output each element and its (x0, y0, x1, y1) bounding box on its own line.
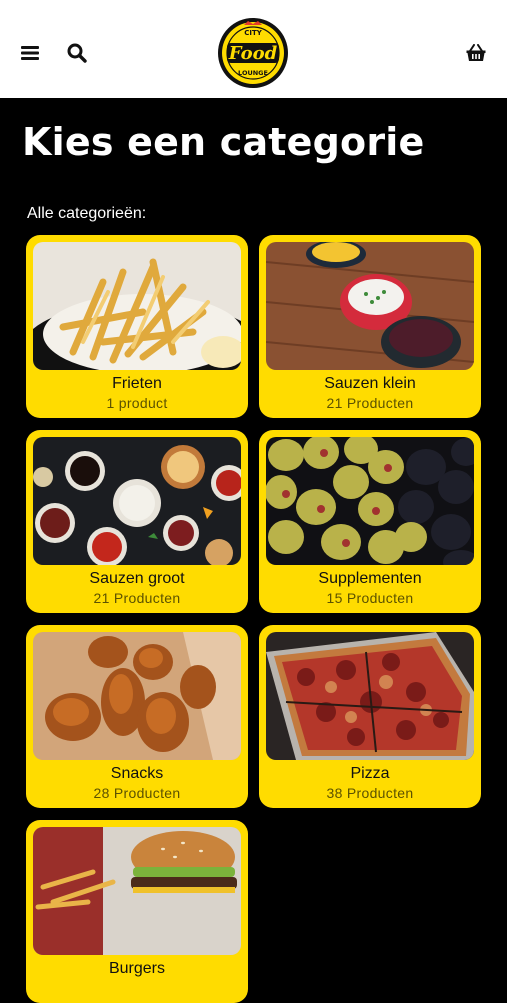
category-name: Burgers (108, 960, 166, 977)
logo-bottom-text: LOUNGE (238, 69, 268, 77)
page-title: Kies een categorie (22, 120, 425, 164)
olives-image (266, 437, 474, 565)
search-icon (67, 43, 87, 63)
logo[interactable]: CITY Food LOUNGE (217, 17, 289, 89)
menu-icon (21, 46, 39, 60)
category-count: 15 Producten (326, 590, 414, 606)
app-header: CITY Food LOUNGE (0, 0, 507, 98)
logo-main-text: Food (228, 43, 278, 64)
category-image-fries (33, 242, 241, 370)
category-card-sauzen-klein[interactable]: Sauzen klein 21 Producten (259, 235, 481, 418)
category-image-snacks (33, 632, 241, 760)
large-sauces-image (33, 437, 241, 565)
category-count: 21 Producten (326, 395, 414, 411)
category-image-pizza (266, 632, 474, 760)
category-name: Supplementen (318, 570, 422, 587)
category-count: 28 Producten (93, 785, 181, 801)
category-image-olives (266, 437, 474, 565)
categories-subtitle: Alle categorieën: (27, 205, 147, 222)
category-image-large-sauces (33, 437, 241, 565)
small-sauces-image (266, 242, 474, 370)
category-name: Frieten (112, 375, 162, 392)
menu-button[interactable] (15, 38, 45, 68)
category-card-pizza[interactable]: Pizza 38 Producten (259, 625, 481, 808)
logo-top-text: CITY (244, 29, 263, 37)
city-food-lounge-logo: CITY Food LOUNGE (218, 18, 288, 88)
category-name: Sauzen groot (89, 570, 185, 587)
cart-button[interactable] (461, 38, 491, 68)
category-name: Snacks (110, 765, 164, 782)
burger-image (33, 827, 241, 955)
category-name: Pizza (350, 765, 390, 782)
snacks-image (33, 632, 241, 760)
basket-icon (466, 44, 486, 61)
category-card-frieten[interactable]: Frieten 1 product (26, 235, 248, 418)
pizza-image (266, 632, 474, 760)
category-count: 21 Producten (93, 590, 181, 606)
category-card-burgers[interactable]: Burgers (26, 820, 248, 1003)
category-count: 38 Producten (326, 785, 414, 801)
category-card-supplementen[interactable]: Supplementen 15 Producten (259, 430, 481, 613)
category-card-snacks[interactable]: Snacks 28 Producten (26, 625, 248, 808)
category-image-burger (33, 827, 241, 955)
category-card-sauzen-groot[interactable]: Sauzen groot 21 Producten (26, 430, 248, 613)
category-image-small-sauces (266, 242, 474, 370)
fries-image (33, 242, 241, 370)
search-button[interactable] (62, 38, 92, 68)
category-count: 1 product (106, 395, 168, 411)
category-name: Sauzen klein (324, 375, 416, 392)
